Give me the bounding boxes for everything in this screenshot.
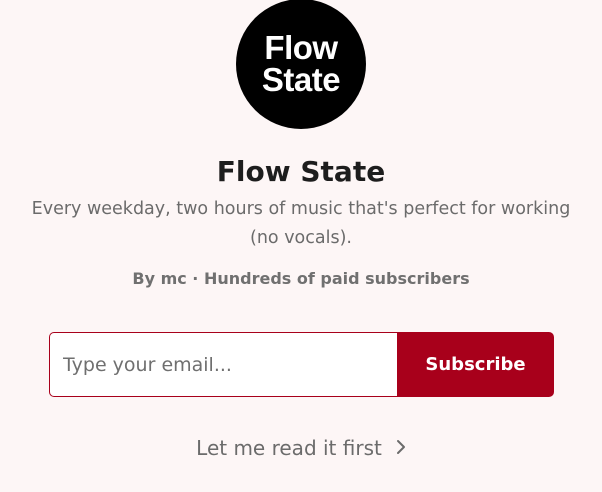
subscribe-button[interactable]: Subscribe (397, 332, 554, 397)
logo-text-line2: State (261, 61, 341, 98)
read-first-label: Let me read it first (196, 436, 382, 460)
email-input[interactable] (49, 332, 397, 397)
chevron-right-icon (396, 432, 406, 464)
publication-description: Every weekday, two hours of music that's… (31, 199, 571, 248)
logo-text-line1: Flow (264, 29, 338, 66)
publication-byline: By mc · Hundreds of paid subscribers (132, 269, 470, 288)
subscribe-form: Subscribe (49, 332, 554, 397)
publication-title: Flow State (216, 155, 386, 188)
publication-logo: Flow State (236, 0, 366, 129)
read-first-link[interactable]: Let me read it first (0, 432, 602, 464)
